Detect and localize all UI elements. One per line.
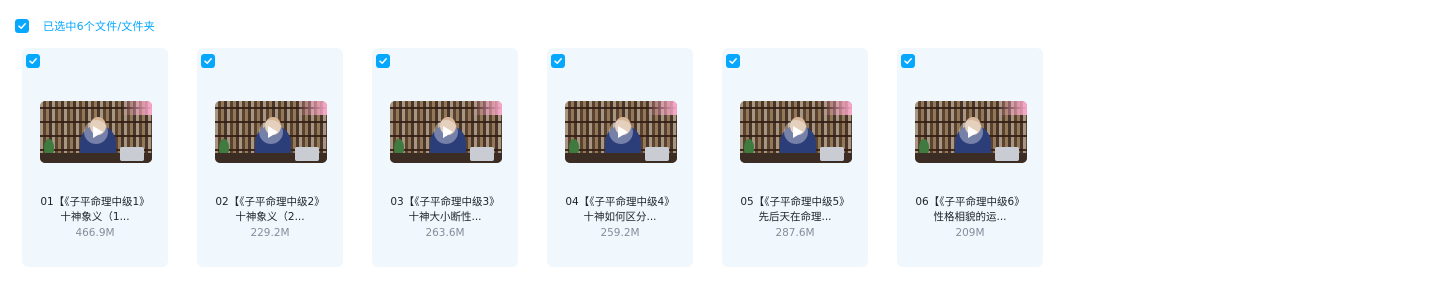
selection-count-text: 已选中6个文件/文件夹 <box>43 20 155 33</box>
file-checkbox[interactable] <box>726 54 740 68</box>
video-thumbnail[interactable] <box>915 101 1027 163</box>
selection-header: 已选中6个文件/文件夹 <box>15 18 155 34</box>
file-name[interactable]: 03【《子平命理中级3》 十神大小断性... <box>378 195 512 225</box>
check-icon <box>554 58 562 64</box>
file-name-line2: 十神如何区分... <box>583 211 657 223</box>
check-icon <box>18 23 26 29</box>
file-card[interactable]: 03【《子平命理中级3》 十神大小断性... 263.6M <box>372 48 518 267</box>
file-card[interactable]: 02【《子平命理中级2》 十神象义（2... 229.2M <box>197 48 343 267</box>
file-name-line1: 05【《子平命理中级5》 <box>740 196 850 208</box>
select-all-checkbox[interactable] <box>15 19 29 33</box>
file-name-line1: 01【《子平命理中级1》 <box>40 196 150 208</box>
video-thumbnail[interactable] <box>740 101 852 163</box>
check-icon <box>204 58 212 64</box>
play-icon <box>959 120 983 144</box>
file-name-line2: 先后天在命理... <box>758 211 832 223</box>
file-card[interactable]: 01【《子平命理中级1》 十神象义（1... 466.9M <box>22 48 168 267</box>
file-size: 229.2M <box>250 227 290 239</box>
play-icon <box>84 120 108 144</box>
file-name[interactable]: 05【《子平命理中级5》 先后天在命理... <box>728 195 862 225</box>
check-icon <box>29 58 37 64</box>
play-icon <box>259 120 283 144</box>
file-card[interactable]: 05【《子平命理中级5》 先后天在命理... 287.6M <box>722 48 868 267</box>
file-checkbox[interactable] <box>26 54 40 68</box>
file-size: 287.6M <box>775 227 815 239</box>
check-icon <box>379 58 387 64</box>
file-name-line1: 04【《子平命理中级4》 <box>565 196 675 208</box>
file-name-line1: 06【《子平命理中级6》 <box>915 196 1025 208</box>
video-thumbnail[interactable] <box>40 101 152 163</box>
file-name-line2: 十神象义（1... <box>60 211 130 223</box>
video-thumbnail[interactable] <box>565 101 677 163</box>
video-thumbnail[interactable] <box>390 101 502 163</box>
file-size: 263.6M <box>425 227 465 239</box>
video-thumbnail[interactable] <box>215 101 327 163</box>
file-checkbox[interactable] <box>901 54 915 68</box>
file-name[interactable]: 01【《子平命理中级1》 十神象义（1... <box>28 195 162 225</box>
file-name-line1: 03【《子平命理中级3》 <box>390 196 500 208</box>
file-name[interactable]: 02【《子平命理中级2》 十神象义（2... <box>203 195 337 225</box>
file-size: 466.9M <box>75 227 115 239</box>
play-icon <box>784 120 808 144</box>
file-name-line1: 02【《子平命理中级2》 <box>215 196 325 208</box>
file-name-line2: 十神大小断性... <box>408 211 482 223</box>
file-card[interactable]: 06【《子平命理中级6》 性格相貌的运... 209M <box>897 48 1043 267</box>
file-name-line2: 十神象义（2... <box>235 211 305 223</box>
file-name-line2: 性格相貌的运... <box>933 211 1007 223</box>
file-name[interactable]: 06【《子平命理中级6》 性格相貌的运... <box>903 195 1037 225</box>
file-size: 209M <box>955 227 985 239</box>
file-checkbox[interactable] <box>376 54 390 68</box>
file-checkbox[interactable] <box>551 54 565 68</box>
play-icon <box>609 120 633 144</box>
file-grid: 01【《子平命理中级1》 十神象义（1... 466.9M 02【《子平命理中级… <box>22 48 1072 267</box>
check-icon <box>729 58 737 64</box>
play-icon <box>434 120 458 144</box>
file-checkbox[interactable] <box>201 54 215 68</box>
file-name[interactable]: 04【《子平命理中级4》 十神如何区分... <box>553 195 687 225</box>
file-size: 259.2M <box>600 227 640 239</box>
check-icon <box>904 58 912 64</box>
file-card[interactable]: 04【《子平命理中级4》 十神如何区分... 259.2M <box>547 48 693 267</box>
